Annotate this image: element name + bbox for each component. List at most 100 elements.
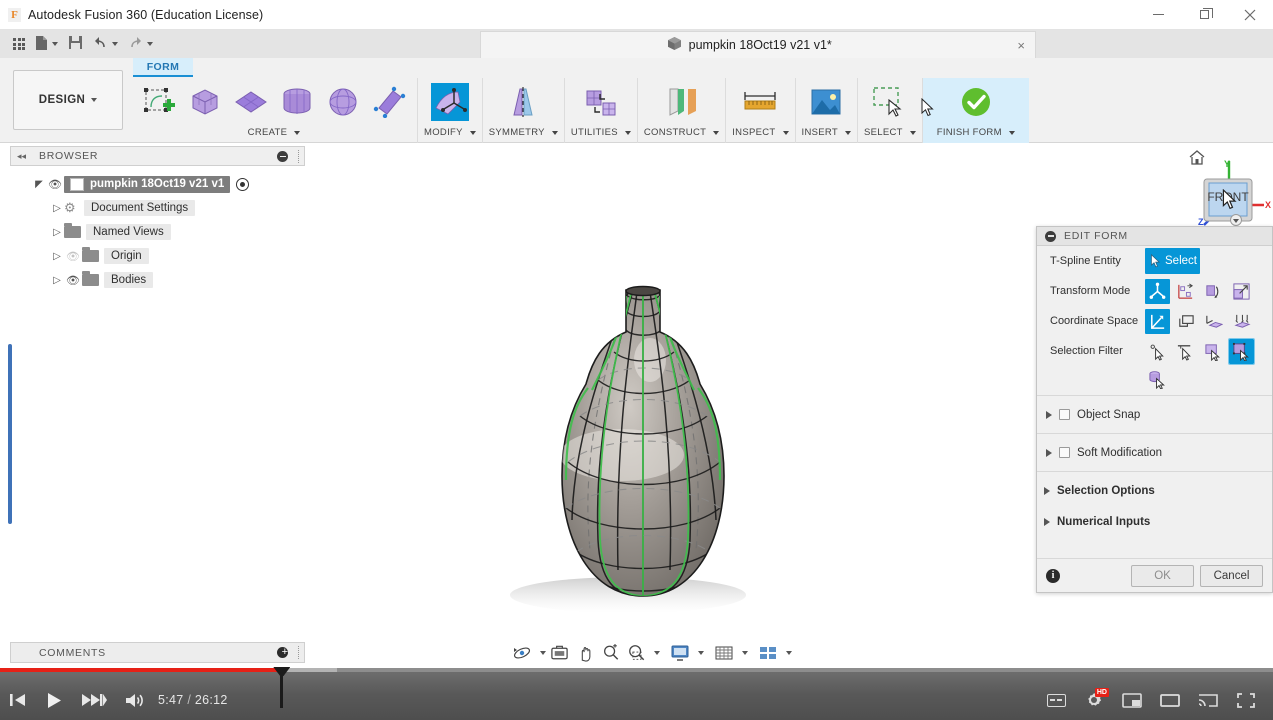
coord-local-icon[interactable] (1229, 309, 1254, 334)
section-object-snap[interactable]: Object Snap (1037, 399, 1272, 430)
double-chevron-left-icon[interactable]: ◂◂ (17, 151, 26, 162)
zoom-button[interactable] (598, 641, 623, 665)
captions-button[interactable] (1037, 686, 1075, 714)
activate-radio-icon[interactable] (236, 177, 250, 191)
ok-button[interactable]: OK (1131, 564, 1194, 587)
zoom-window-button[interactable] (624, 641, 649, 665)
expand-arrow-icon[interactable]: ▷ (50, 227, 64, 238)
create-quadball-button[interactable] (367, 78, 411, 126)
coord-world-icon[interactable] (1145, 308, 1170, 334)
viewports-button[interactable] (755, 641, 781, 665)
chevron-down-icon[interactable] (698, 651, 704, 655)
ribbon-group-label-construct[interactable]: CONSTRUCT (644, 127, 720, 138)
section-soft-modification[interactable]: Soft Modification (1037, 437, 1272, 468)
chevron-down-icon[interactable] (540, 651, 546, 655)
tree-root-node[interactable]: ◤ 👁 pumpkin 18Oct19 v21 v1 (10, 172, 305, 196)
next-button[interactable] (72, 686, 116, 714)
workspace-switcher[interactable]: DESIGN (13, 70, 123, 130)
panel-resize-grip[interactable] (298, 646, 300, 659)
object-snap-checkbox[interactable] (1059, 409, 1070, 420)
browser-minimize-button[interactable] (277, 151, 288, 162)
ribbon-group-label-finish-form[interactable]: FINISH FORM (937, 127, 1015, 138)
filter-group-icon[interactable] (1145, 367, 1170, 392)
mirror-internal-button[interactable] (501, 78, 545, 126)
tree-item-named-views[interactable]: ▷ Named Views (10, 220, 305, 244)
root-component-row[interactable]: pumpkin 18Oct19 v21 v1 (64, 175, 231, 193)
tree-item-origin[interactable]: ▷ 👁 Origin (10, 244, 305, 268)
measure-button[interactable] (738, 78, 782, 126)
pan-button[interactable] (573, 641, 597, 665)
play-button[interactable] (36, 686, 72, 714)
create-face-button[interactable] (137, 78, 181, 126)
cast-button[interactable] (1189, 686, 1227, 714)
add-comment-icon[interactable]: + (277, 647, 288, 658)
expand-arrow-icon[interactable]: ▷ (50, 203, 64, 214)
close-tab-button[interactable]: × (1017, 38, 1025, 53)
volume-button[interactable] (116, 686, 152, 714)
grid-settings-button[interactable] (711, 641, 737, 665)
expand-arrow-icon[interactable]: ▷ (50, 251, 64, 262)
show-data-panel-button[interactable] (8, 30, 30, 58)
document-tab[interactable]: pumpkin 18Oct19 v21 v1* × (480, 31, 1036, 58)
ribbon-group-label-insert[interactable]: INSERT (802, 127, 851, 138)
visibility-eye-icon[interactable]: 👁 (64, 274, 82, 287)
panel-resize-grip[interactable] (298, 150, 300, 163)
edit-form-button[interactable] (428, 78, 472, 126)
visibility-eye-icon[interactable]: 👁 (46, 178, 64, 191)
filter-edge-icon[interactable] (1173, 339, 1198, 364)
save-button[interactable] (63, 30, 88, 58)
file-menu-button[interactable] (30, 30, 63, 58)
close-button[interactable] (1227, 0, 1273, 30)
soft-modification-checkbox[interactable] (1059, 447, 1070, 458)
orbit-button[interactable] (509, 641, 535, 665)
expand-arrow-icon[interactable]: ◤ (32, 179, 46, 190)
transform-rotate-icon[interactable] (1201, 279, 1226, 304)
ribbon-group-label-utilities[interactable]: UTILITIES (571, 127, 631, 138)
insert-image-button[interactable] (804, 78, 848, 126)
filter-body-icon[interactable] (1228, 337, 1255, 365)
select-entity-button[interactable]: Select (1145, 248, 1200, 274)
comments-panel-header[interactable]: COMMENTS + (10, 642, 305, 663)
transform-translate-icon[interactable] (1173, 279, 1198, 304)
coord-view-icon[interactable] (1173, 309, 1198, 334)
settings-button[interactable]: HD (1075, 686, 1113, 714)
expand-arrow-icon[interactable]: ▷ (50, 275, 64, 286)
fullscreen-button[interactable] (1227, 686, 1265, 714)
look-at-button[interactable] (547, 641, 572, 665)
chevron-down-icon[interactable] (654, 651, 660, 655)
previous-button[interactable] (0, 686, 36, 714)
filter-face-icon[interactable] (1201, 339, 1226, 364)
tspline-body-pumpkin[interactable] (470, 280, 850, 630)
ribbon-group-label-modify[interactable]: MODIFY (424, 127, 476, 138)
create-sphere-button[interactable] (321, 78, 365, 126)
minimize-button[interactable] (1135, 0, 1181, 30)
ribbon-group-label-symmetry[interactable]: SYMMETRY (489, 127, 558, 138)
chevron-down-icon[interactable] (786, 651, 792, 655)
theater-button[interactable] (1151, 686, 1189, 714)
redo-button[interactable] (123, 30, 158, 58)
transform-scale-icon[interactable] (1229, 279, 1254, 304)
view-cube[interactable]: Y X Z FRONT (1186, 143, 1273, 231)
create-box-button[interactable] (183, 78, 227, 126)
undo-button[interactable] (88, 30, 123, 58)
finish-form-button[interactable] (954, 78, 998, 126)
ribbon-group-label-create[interactable]: CREATE (248, 127, 301, 138)
section-selection-options[interactable]: Selection Options (1037, 475, 1272, 506)
info-icon[interactable]: i (1046, 568, 1060, 583)
convert-button[interactable] (579, 78, 623, 126)
miniplayer-button[interactable] (1113, 686, 1151, 714)
chevron-down-icon[interactable] (742, 651, 748, 655)
filter-vertex-icon[interactable] (1145, 339, 1170, 364)
visibility-eye-off-icon[interactable]: 👁 (64, 250, 82, 263)
viewport-left-scrollbar[interactable] (8, 344, 12, 524)
tree-item-bodies[interactable]: ▷ 👁 Bodies (10, 268, 305, 292)
coord-normal-icon[interactable] (1201, 309, 1226, 334)
section-numerical-inputs[interactable]: Numerical Inputs (1037, 506, 1272, 537)
tree-item-document-settings[interactable]: ▷ ⚙ Document Settings (10, 196, 305, 220)
video-progress-bar[interactable] (0, 668, 1273, 672)
cancel-button[interactable]: Cancel (1200, 564, 1263, 587)
create-cylinder-button[interactable] (275, 78, 319, 126)
dialog-collapse-button[interactable] (1045, 230, 1056, 242)
restore-button[interactable] (1181, 0, 1227, 30)
ribbon-group-label-inspect[interactable]: INSPECT (732, 127, 789, 138)
